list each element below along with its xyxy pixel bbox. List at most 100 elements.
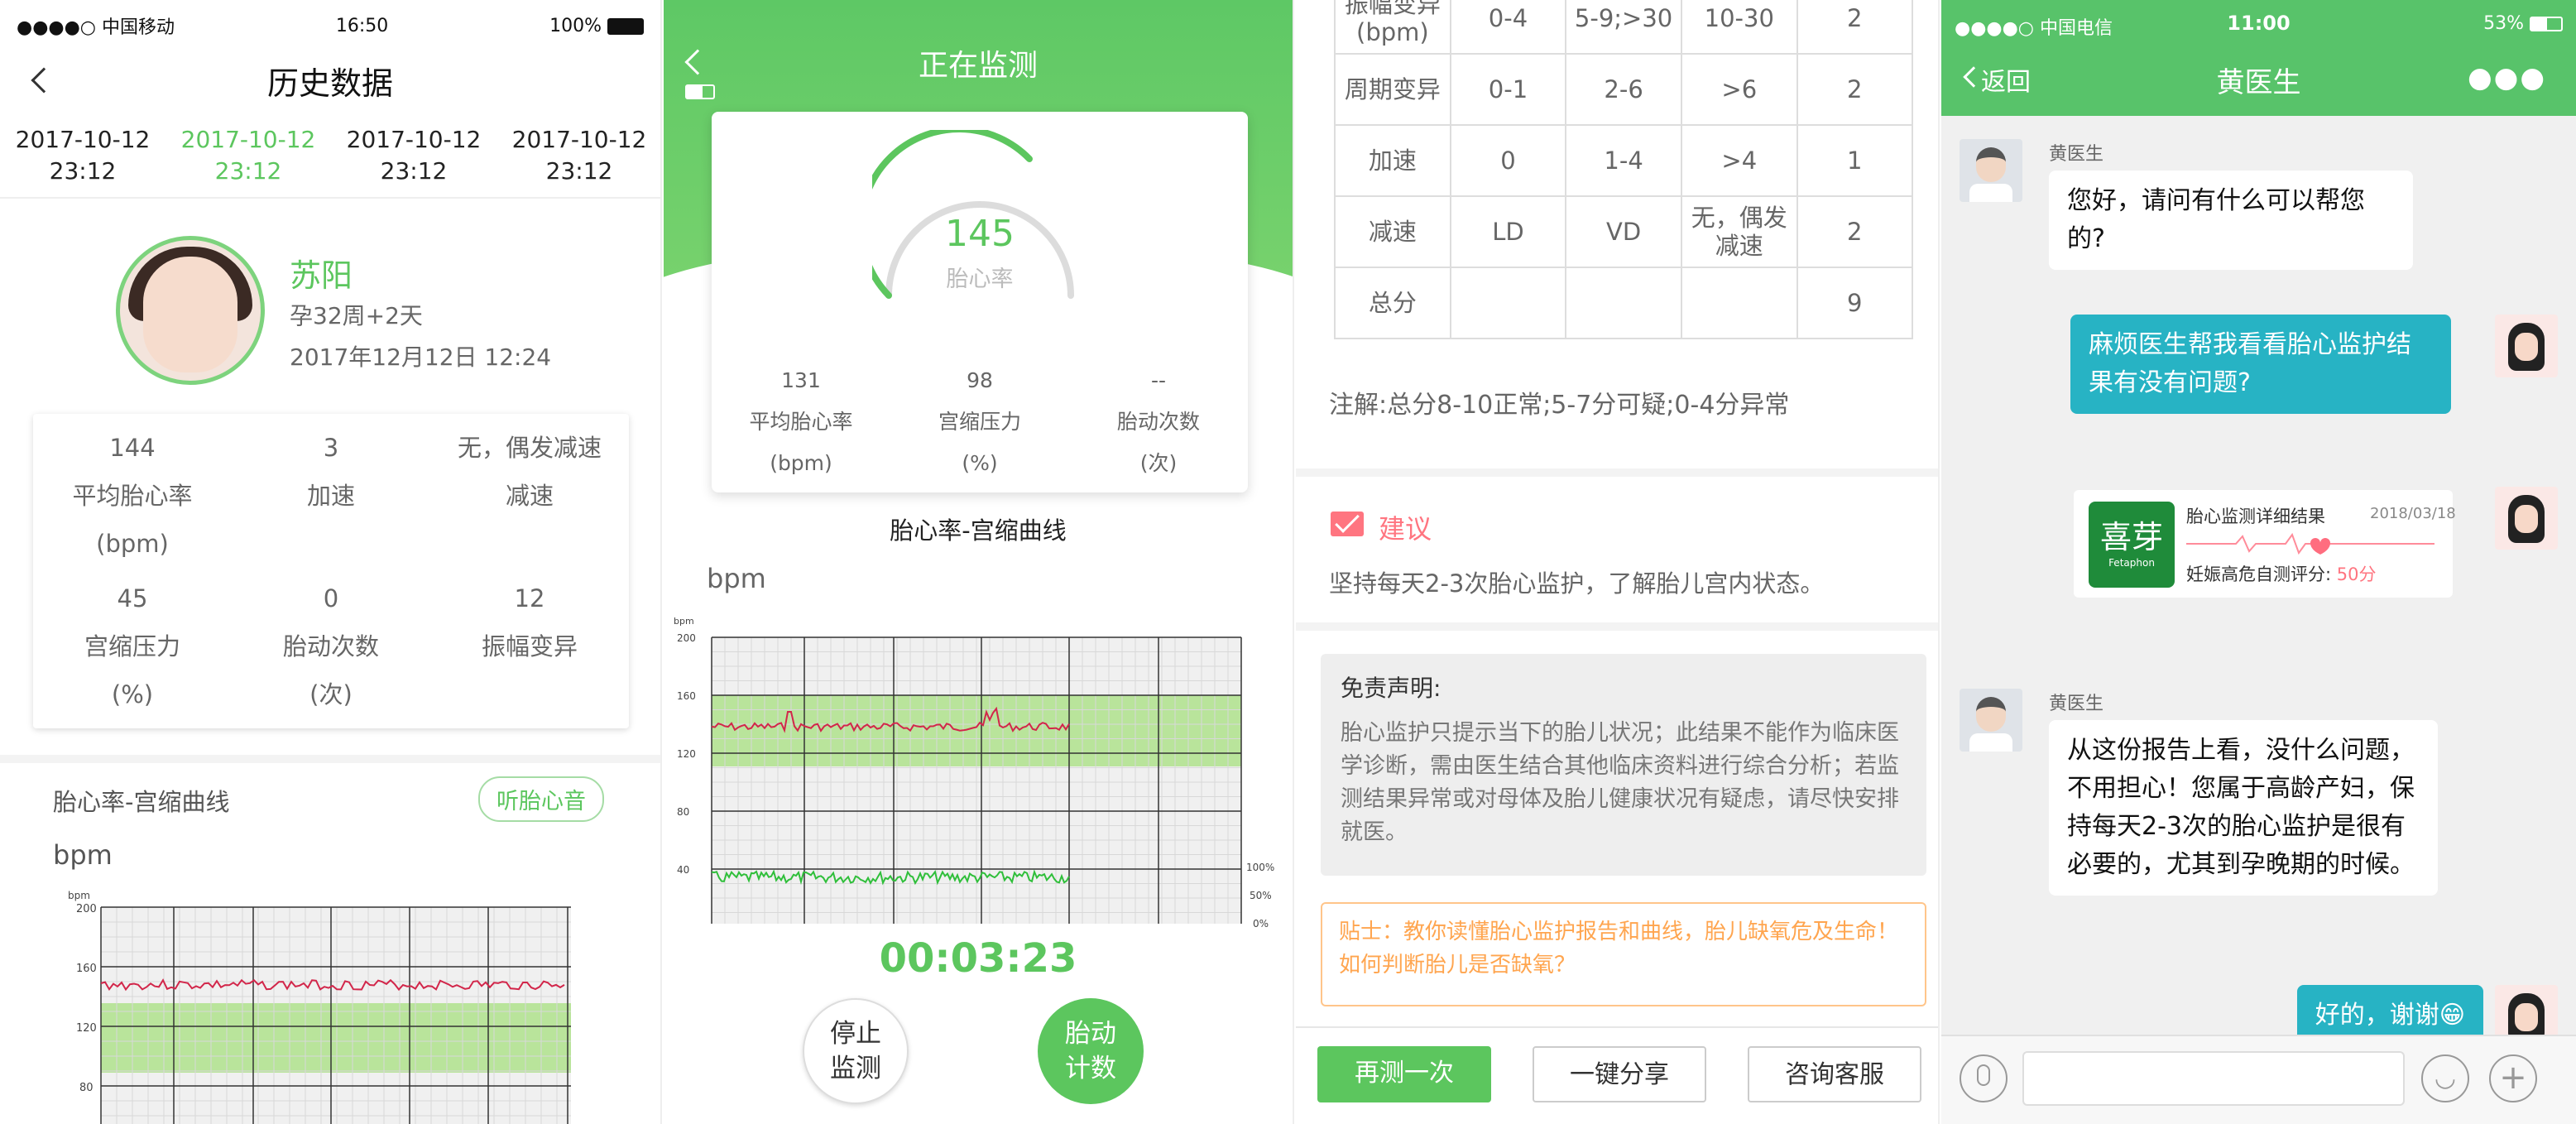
tick-50pct: 50% [1250, 890, 1272, 901]
card-title: 胎心监测详细结果 [2186, 507, 2325, 526]
page-title: 正在监测 [918, 49, 1038, 83]
user-avatar [2495, 315, 2558, 377]
y-tick: 40 [677, 864, 689, 876]
doctor-avatar [1960, 139, 2022, 202]
y-tick: 160 [677, 690, 696, 702]
fetaphon-logo: 喜芽 Fetaphon [2089, 502, 2175, 588]
tip-link[interactable]: 贴士：教你读懂胎心监护报告和曲线，胎儿缺氧危及生命！如何判断胎儿是否缺氧？ [1321, 902, 1926, 1006]
metric-avg-heart-rate: 131 平均胎心率 (bpm) [749, 368, 853, 475]
history-screen: ●●●●○ 中国移动 16:50 100% 历史数据 2017-10-12 23:… [0, 0, 662, 1124]
contact-service-button[interactable]: 咨询客服 [1748, 1046, 1921, 1102]
score-cell: 减速 [1334, 195, 1451, 268]
status-bar: ●●●●○ 中国移动 16:50 100% [0, 0, 660, 51]
battery-label: 100% [549, 16, 644, 36]
y-tick: 80 [677, 806, 689, 818]
monitor-card: 145 胎心率 131 平均胎心率 (bpm) 98 宫缩压力 (%) -- 胎动次数 (次… [712, 112, 1248, 492]
score-row: 加速 0 1-4 >4 1 [1334, 124, 1914, 197]
heart-rate-chart: bpm 200 160 120 80 [68, 890, 571, 1124]
patient-name: 苏阳 [290, 257, 353, 294]
score-cell [1449, 267, 1567, 339]
score-row: 振幅变异 (bpm) 0-4 5-9;>30 10-30 2 [1334, 0, 1914, 55]
divider [1296, 622, 1938, 631]
score-row: 周期变异 0-1 2-6 >6 2 [1334, 53, 1914, 126]
add-icon[interactable]: + [2489, 1054, 2537, 1102]
listen-heartbeat-button[interactable]: 听胎心音 [478, 776, 604, 822]
divider [1296, 468, 1938, 477]
date-tab-3[interactable]: 2017-10-12 23:12 [347, 124, 482, 187]
tick-100pct: 100% [1246, 862, 1274, 873]
divider [1296, 1026, 1938, 1028]
retest-button[interactable]: 再测一次 [1317, 1046, 1491, 1102]
advice-title: 建议 [1379, 513, 1432, 545]
stat-variability: 12 振幅变异 [481, 584, 578, 660]
sender-name: 黄医生 [2049, 694, 2104, 714]
score-cell: 振幅变异 (bpm) [1334, 0, 1451, 55]
more-icon[interactable]: ●●● [2468, 61, 2546, 94]
stat-acceleration: 3 加速 [306, 434, 355, 510]
metric-fetal-movement: -- 胎动次数 (次) [1116, 368, 1200, 475]
chat-screen: ●●●●○ 中国电信 11:00 53% 返回 黄医生 ●●● 黄医生 您好，请… [1941, 0, 2576, 1124]
score-cell: >4 [1680, 124, 1798, 197]
tick-80: 80 [79, 1082, 94, 1094]
curve-title: 胎心率-宫缩曲线 [53, 788, 230, 816]
chat-header: ●●●●○ 中国电信 11:00 53% 返回 黄医生 ●●● [1941, 0, 2576, 116]
share-button[interactable]: 一键分享 [1533, 1046, 1706, 1102]
score-cell: 周期变异 [1334, 53, 1451, 126]
heartbeat-icon [2186, 532, 2434, 555]
disclaimer-text: 胎心监护只提示当下的胎儿状况；此结果不能作为临床医学诊断，需由医生结合其他临床资… [1341, 720, 1899, 845]
score-cell: 2 [1796, 53, 1914, 126]
device-battery-icon [685, 84, 715, 99]
stat-avg-heart-rate: 144 平均胎心率 (bpm) [72, 434, 193, 558]
heart-rate-value: 145 [945, 213, 1015, 255]
stat-contraction: 45 宫缩压力 (%) [84, 584, 180, 709]
page-title: 历史数据 [266, 65, 393, 102]
score-cell: 2-6 [1565, 53, 1682, 126]
chat-input-bar: ◡ + [1941, 1035, 2576, 1124]
date-tab-1[interactable]: 2017-10-12 23:12 [16, 124, 151, 187]
score-cell [1680, 267, 1798, 339]
score-cell: 0-4 [1449, 0, 1567, 55]
chat-messages: 黄医生 您好，请问有什么可以帮您的? 麻烦医生帮我看看胎心监护结果有没有问题? … [1941, 116, 2576, 1048]
score-note: 注解:总分8-10正常;5-7分可疑;0-4分异常 [1329, 391, 1790, 420]
advice-text: 坚持每天2-3次胎心监护，了解胎儿宫内状态。 [1329, 569, 1825, 598]
battery-label: 53% [2483, 13, 2563, 34]
report-screen: 振幅变异 (bpm) 0-4 5-9;>30 10-30 2 周期变异 0-1 2-6 >6 2 加… [1296, 0, 1940, 1124]
live-chart: bpm 200 160 120 80 40 100% 50% 0% [674, 616, 1274, 929]
record-datetime: 2017年12月12日 12:24 [290, 343, 552, 371]
stop-monitoring-button[interactable]: 停止 监测 [803, 998, 909, 1104]
pregnancy-week: 孕32周+2天 [290, 302, 423, 329]
stats-card: 144 平均胎心率 (bpm) 3 加速 无，偶发减速 减速 45 宫缩压力 (%) 0 胎动… [33, 414, 629, 728]
stat-fetal-movement: 0 胎动次数 (次) [282, 584, 379, 709]
result-card[interactable]: 喜芽 Fetaphon 胎心监测详细结果 2018/03/18 妊娠高危自测评分… [2074, 490, 2456, 598]
bpm-label: bpm [53, 839, 113, 871]
date-tab-2[interactable]: 2017-10-12 23:12 [181, 124, 316, 187]
emoji-icon[interactable]: ◡ [2421, 1054, 2469, 1102]
chart-unit: bpm [674, 616, 694, 627]
tick-120: 120 [76, 1022, 97, 1035]
bpm-label: bpm [707, 563, 766, 594]
message-input[interactable] [2022, 1051, 2405, 1106]
tick-200: 200 [76, 903, 97, 915]
score-row: 总分 9 [1334, 267, 1914, 339]
carrier-label: ●●●●○ 中国移动 [17, 17, 175, 38]
fetal-movement-count-button[interactable]: 胎动 计数 [1038, 998, 1144, 1104]
microphone-icon[interactable] [1960, 1054, 2008, 1102]
y-tick: 120 [677, 748, 696, 760]
chart-unit: bpm [68, 890, 90, 901]
score-cell: VD [1565, 195, 1682, 268]
disclaimer-title: 免责声明: [1341, 675, 1442, 702]
card-score: 妊娠高危自测评分: 50分 [2186, 564, 2377, 584]
clock: 11:00 [2227, 12, 2291, 35]
score-cell: 10-30 [1680, 0, 1798, 55]
score-cell: 1 [1796, 124, 1914, 197]
score-row: 减速 LD VD 无，偶发 减速 2 [1334, 195, 1914, 268]
tick-160: 160 [76, 963, 97, 975]
date-tab-4[interactable]: 2017-10-12 23:12 [512, 124, 647, 187]
timer: 00:03:23 [879, 935, 1077, 982]
score-cell: 加速 [1334, 124, 1451, 197]
score-cell: 5-9;>30 [1565, 0, 1682, 55]
avatar [116, 236, 265, 385]
doctor-avatar [1960, 689, 2022, 752]
message-user-1: 麻烦医生帮我看看胎心监护结果有没有问题? [2070, 315, 2451, 414]
monitoring-screen: 正在监测 145 胎心率 131 平均胎心率 (bpm) 98 宫缩压力 (%) -- 胎… [664, 0, 1294, 1124]
